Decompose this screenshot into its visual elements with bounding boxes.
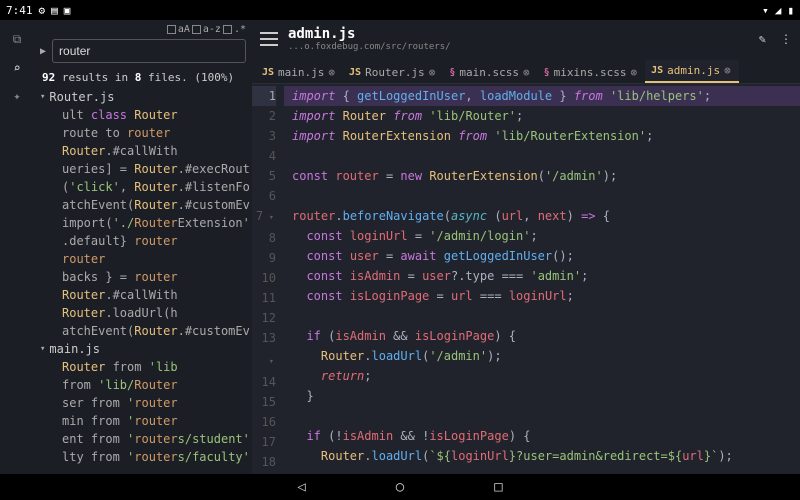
search-match[interactable]: from 'lib/Router — [34, 376, 252, 394]
tabs: JSmain.js⊗JSRouter.js⊗§main.scss⊗§mixins… — [252, 58, 800, 84]
overflow-icon[interactable]: ⋮ — [780, 32, 792, 46]
file-type-icon: § — [544, 67, 550, 78]
nav-recents-icon[interactable]: □ — [494, 479, 502, 495]
file-path: ...o.foxdebug.com/src/routers/ — [288, 42, 749, 52]
file-type-icon: JS — [349, 67, 361, 78]
code-line[interactable]: const router = new RouterExtension('/adm… — [284, 166, 800, 186]
search-run-icon[interactable]: ▶ — [40, 46, 46, 57]
file-type-icon: § — [449, 67, 455, 78]
code-line[interactable] — [284, 306, 800, 326]
search-match[interactable]: Router.#callWith — [34, 286, 252, 304]
search-summary: 92 results in 8 files. (100%) — [34, 65, 252, 88]
code-area[interactable]: 1234567 ▾8910111213 ▾1415161718 ▾19 impo… — [252, 84, 800, 474]
tab-mixins-scss[interactable]: §mixins.scss⊗ — [538, 62, 646, 83]
code-line[interactable] — [284, 186, 800, 206]
code-line[interactable]: if (isAdmin && isLoginPage) { — [284, 326, 800, 346]
search-icon[interactable]: ⌕ — [13, 61, 20, 75]
search-opt-az[interactable]: a-z — [192, 24, 221, 35]
editor-area: admin.js ...o.foxdebug.com/src/routers/ … — [252, 20, 800, 474]
signal-icon: ◢ — [775, 4, 782, 17]
search-match[interactable]: ('click', Router.#listenFo — [34, 178, 252, 196]
status-time: 7:41 — [6, 4, 33, 17]
tab-Router-js[interactable]: JSRouter.js⊗ — [343, 62, 443, 83]
search-match[interactable]: min from 'router — [34, 412, 252, 430]
search-match[interactable]: Router.loadUrl(h — [34, 304, 252, 322]
code-line[interactable] — [284, 406, 800, 426]
search-input[interactable] — [52, 39, 246, 63]
search-opt-aA[interactable]: aA — [167, 24, 190, 35]
close-icon[interactable]: ⊗ — [429, 66, 436, 79]
code-line[interactable] — [284, 146, 800, 166]
tab-admin-js[interactable]: JSadmin.js⊗ — [645, 60, 739, 83]
search-match[interactable]: Router.#callWith — [34, 142, 252, 160]
code-line[interactable]: const loginUrl = '/admin/login'; — [284, 226, 800, 246]
close-icon[interactable]: ⊗ — [328, 66, 335, 79]
search-file-node[interactable]: ▾Router.js — [34, 88, 252, 106]
wifi-icon: ▾ — [762, 4, 769, 17]
tab-main-scss[interactable]: §main.scss⊗ — [443, 62, 537, 83]
edit-icon[interactable]: ✎ — [759, 32, 766, 46]
close-icon[interactable]: ⊗ — [724, 64, 731, 77]
battery-icon: ▮ — [787, 4, 794, 17]
android-navbar: ◁ ○ □ — [0, 474, 800, 500]
code-line[interactable]: return; — [284, 366, 800, 386]
code-line[interactable]: Router.loadUrl('/admin'); — [284, 346, 800, 366]
search-match[interactable]: ser from 'router — [34, 394, 252, 412]
search-match[interactable]: atchEvent(Router.#customEv — [34, 196, 252, 214]
code-line[interactable]: Router.loadUrl(`${loginUrl}?user=admin&r… — [284, 446, 800, 466]
code-line[interactable]: router.beforeNavigate(async (url, next) … — [284, 206, 800, 226]
menu-icon[interactable] — [260, 32, 278, 46]
search-match[interactable]: ueries] = Router.#execRout — [34, 160, 252, 178]
code-line[interactable]: const isLoginPage = url === loginUrl; — [284, 286, 800, 306]
file-title: admin.js — [288, 26, 749, 42]
activity-rail: ⧉ ⌕ ✦ — [0, 20, 34, 474]
search-match[interactable]: Router from 'lib — [34, 358, 252, 376]
search-match[interactable]: ult class Router — [34, 106, 252, 124]
cast-icon: ▣ — [64, 4, 71, 17]
code-line[interactable]: import Router from 'lib/Router'; — [284, 106, 800, 126]
code-line[interactable]: const user = await getLoggedInUser(); — [284, 246, 800, 266]
code-line[interactable]: import { getLoggedInUser, loadModule } f… — [284, 86, 800, 106]
doc-icon: ▤ — [51, 4, 58, 17]
code-line[interactable]: const isAdmin = user?.type === 'admin'; — [284, 266, 800, 286]
tab-main-js[interactable]: JSmain.js⊗ — [256, 62, 343, 83]
extensions-icon[interactable]: ✦ — [13, 89, 20, 103]
search-panel: aAa-z.* ▶ 92 results in 8 files. (100%) … — [34, 20, 252, 474]
nav-home-icon[interactable]: ○ — [396, 479, 404, 495]
search-match[interactable]: route to router — [34, 124, 252, 142]
search-match[interactable]: atchEvent(Router.#customEv — [34, 322, 252, 340]
search-match[interactable]: backs } = router — [34, 268, 252, 286]
search-match[interactable]: import('./RouterExtension' — [34, 214, 252, 232]
android-statusbar: 7:41 ⚙ ▤ ▣ ▾ ◢ ▮ — [0, 0, 800, 20]
file-type-icon: JS — [651, 65, 663, 76]
file-type-icon: JS — [262, 67, 274, 78]
nav-back-icon[interactable]: ◁ — [297, 479, 305, 495]
close-icon[interactable]: ⊗ — [523, 66, 530, 79]
search-match[interactable]: lty from 'routers/faculty' — [34, 448, 252, 466]
gear-icon: ⚙ — [39, 4, 46, 17]
search-file-node[interactable]: ▾main.js — [34, 340, 252, 358]
search-opt-regex[interactable]: .* — [223, 24, 246, 35]
code-line[interactable]: if (!isAdmin && !isLoginPage) { — [284, 426, 800, 446]
search-match[interactable]: router — [34, 250, 252, 268]
files-icon[interactable]: ⧉ — [13, 32, 22, 47]
code-line[interactable]: import RouterExtension from 'lib/RouterE… — [284, 126, 800, 146]
editor-topbar: admin.js ...o.foxdebug.com/src/routers/ … — [252, 20, 800, 58]
code-line[interactable]: } — [284, 386, 800, 406]
search-match[interactable]: ent from 'routers/student' — [34, 430, 252, 448]
search-match[interactable]: .default} router — [34, 232, 252, 250]
close-icon[interactable]: ⊗ — [630, 66, 637, 79]
